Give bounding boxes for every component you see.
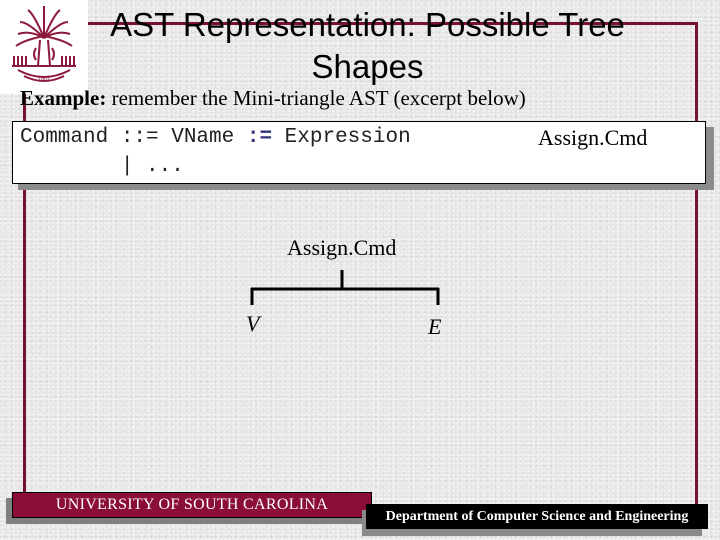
- tree-root-node: Assign.Cmd: [287, 235, 397, 260]
- tree-diagram: [250, 270, 440, 305]
- usc-banner: UNIVERSITY OF SOUTH CAROLINA: [12, 492, 372, 518]
- dept-banner: Department of Computer Science and Engin…: [366, 504, 708, 529]
- tree-leaf-v: V: [246, 311, 260, 336]
- tree-leaf-e: E: [428, 314, 442, 339]
